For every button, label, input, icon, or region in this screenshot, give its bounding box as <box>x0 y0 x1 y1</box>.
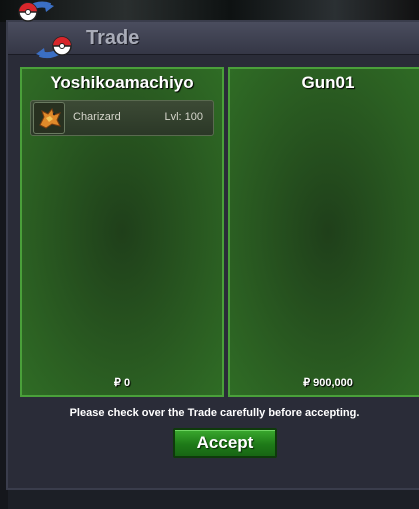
trade-window: Trade Yoshikoamachiyo Charizard Lvl: 100… <box>6 20 419 490</box>
money-left: ₽ 0 <box>113 377 131 389</box>
charizard-sprite-icon <box>33 102 65 134</box>
trade-panel-left: Yoshikoamachiyo Charizard Lvl: 100 ₽ 0 <box>20 67 224 397</box>
trade-notice: Please check over the Trade carefully be… <box>69 407 360 419</box>
accept-button[interactable]: Accept <box>173 428 277 458</box>
player-name-left: Yoshikoamachiyo <box>50 73 194 92</box>
window-title: Trade <box>86 27 140 49</box>
money-right: ₽ 900,000 <box>303 377 353 389</box>
player-name-right: Gun01 <box>301 73 355 92</box>
pokeball-trade-logo-icon <box>10 0 80 60</box>
trade-panel-right: Gun01 ₽ 900,000 <box>228 67 419 397</box>
item-pokemon-name: Charizard <box>73 111 121 123</box>
item-pokemon-level: Lvl: 100 <box>164 111 203 123</box>
trade-item-row[interactable]: Charizard Lvl: 100 <box>30 100 214 136</box>
